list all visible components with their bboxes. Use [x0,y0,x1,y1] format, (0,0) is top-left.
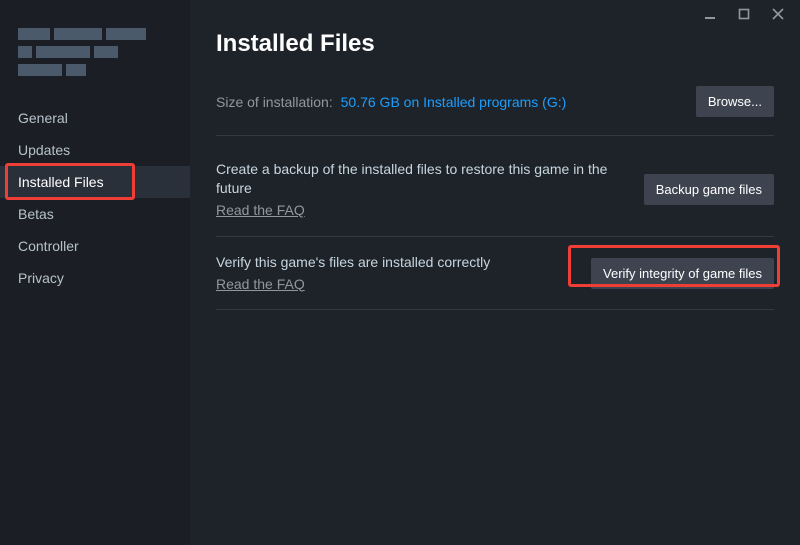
sidebar-item-label: Betas [18,206,54,222]
size-value: 50.76 GB on Installed programs (G:) [341,94,567,110]
page-title: Installed Files [216,30,774,58]
game-title-redacted [18,28,172,76]
sidebar-item-label: Installed Files [18,174,104,190]
sidebar-item-label: Updates [18,142,70,158]
sidebar-item-betas[interactable]: Betas [0,198,190,230]
installation-size-row: Size of installation: 50.76 GB on Instal… [216,86,774,136]
verify-description: Verify this game's files are installed c… [216,254,490,270]
sidebar-item-privacy[interactable]: Privacy [0,262,190,294]
sidebar-item-updates[interactable]: Updates [0,134,190,166]
maximize-button[interactable] [736,6,752,22]
verify-faq-link[interactable]: Read the FAQ [216,275,305,294]
verify-integrity-button[interactable]: Verify integrity of game files [591,258,774,289]
sidebar-item-label: Privacy [18,270,64,286]
sidebar-item-controller[interactable]: Controller [0,230,190,262]
sidebar-item-label: General [18,110,68,126]
sidebar-item-general[interactable]: General [0,102,190,134]
backup-faq-link[interactable]: Read the FAQ [216,201,305,220]
backup-description: Create a backup of the installed files t… [216,161,607,196]
browse-button[interactable]: Browse... [696,86,774,117]
sidebar: General Updates Installed Files Betas Co… [0,0,190,545]
backup-section: Create a backup of the installed files t… [216,150,774,237]
sidebar-item-label: Controller [18,238,79,254]
minimize-button[interactable] [702,6,718,22]
backup-game-files-button[interactable]: Backup game files [644,174,774,205]
size-label: Size of installation: [216,94,333,110]
main-content: Installed Files Size of installation: 50… [190,0,800,545]
sidebar-item-installed-files[interactable]: Installed Files [0,166,190,198]
window-titlebar [702,0,800,28]
close-button[interactable] [770,6,786,22]
verify-section: Verify this game's files are installed c… [216,243,774,311]
